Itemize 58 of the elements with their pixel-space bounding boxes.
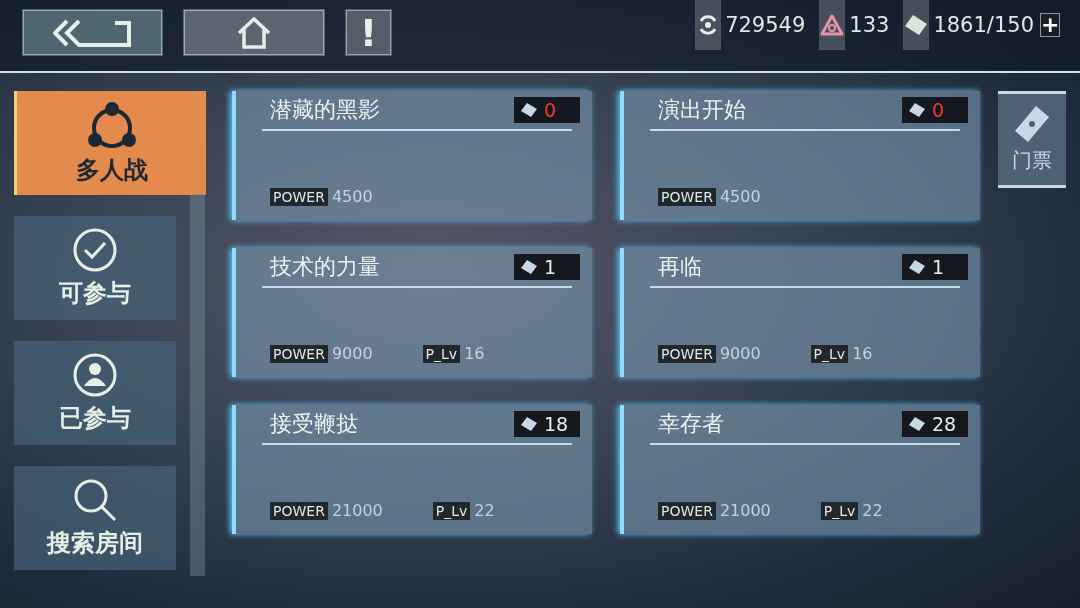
stat-value: 4500 xyxy=(331,187,373,206)
ticket-button[interactable]: 门票 xyxy=(998,91,1066,188)
stat-label: POWER xyxy=(658,187,716,206)
warning-triangle-icon xyxy=(820,14,845,36)
stat-value: 16 xyxy=(464,344,485,363)
room-card[interactable]: 演出开始 0 POWER 4500 xyxy=(620,91,980,220)
stat-value: 9000 xyxy=(331,344,373,363)
alert-button[interactable]: ! xyxy=(345,9,392,56)
stat-label: POWER xyxy=(270,501,328,520)
search-icon xyxy=(72,477,118,523)
stat-value: 21000 xyxy=(719,501,771,520)
sidebar-tab[interactable]: 搜索房间 xyxy=(14,466,176,570)
ticket-cost-badge: 0 xyxy=(514,97,580,123)
resource-count: 133 xyxy=(849,13,890,37)
stat-label: POWER xyxy=(270,187,328,206)
ticket-cost-badge: 1 xyxy=(514,254,580,280)
ticket-cost-badge: 18 xyxy=(514,411,580,437)
ticket-cost-badge: 28 xyxy=(902,411,968,437)
add-button[interactable]: + xyxy=(1040,13,1060,37)
home-icon xyxy=(237,16,271,49)
room-card[interactable]: 潜藏的黑影 0 POWER 4500 xyxy=(232,91,592,220)
room-title: 接受鞭挞 xyxy=(269,410,358,438)
user-icon xyxy=(72,352,118,398)
sidebar-tab[interactable]: 已参与 xyxy=(14,341,176,445)
sidebar-tab[interactable]: 多人战 xyxy=(14,91,206,195)
room-title: 再临 xyxy=(657,253,702,281)
room-card[interactable]: 技术的力量 1 POWER 9000 P_Lv 16 xyxy=(232,248,592,377)
back-button[interactable] xyxy=(22,9,163,56)
room-title: 技术的力量 xyxy=(269,253,380,281)
ticket-cost-badge: 0 xyxy=(902,97,968,123)
scrollbar[interactable] xyxy=(190,194,205,576)
ticket-cost-badge: 1 xyxy=(902,254,968,280)
group-icon xyxy=(85,100,138,150)
stat-value: 16 xyxy=(852,344,873,363)
stat-value: 9000 xyxy=(719,344,761,363)
checkmark-icon xyxy=(72,227,118,273)
stat-label: P_Lv xyxy=(422,344,461,363)
stat-label: POWER xyxy=(658,501,716,520)
stat-label: P_Lv xyxy=(820,501,859,520)
stat-value: 22 xyxy=(862,501,883,520)
stat-value: 22 xyxy=(474,501,495,520)
room-title: 演出开始 xyxy=(657,96,746,124)
room-card[interactable]: 接受鞭挞 18 POWER 21000 P_Lv 22 xyxy=(232,405,592,534)
stat-label: P_Lv xyxy=(810,344,849,363)
sidebar-tab[interactable]: 可参与 xyxy=(14,216,176,320)
room-card[interactable]: 再临 1 POWER 9000 P_Lv 16 xyxy=(620,248,980,377)
resource-count: 1861/150 xyxy=(933,13,1034,37)
room-card[interactable]: 幸存者 28 POWER 21000 P_Lv 22 xyxy=(620,405,980,534)
home-button[interactable] xyxy=(183,9,325,56)
stat-label: P_Lv xyxy=(432,501,471,520)
room-title: 幸存者 xyxy=(657,410,724,438)
stat-label: POWER xyxy=(658,344,716,363)
stat-label: POWER xyxy=(270,344,328,363)
resource-count: 729549 xyxy=(725,13,806,37)
room-title: 潜藏的黑影 xyxy=(269,96,380,124)
stat-value: 21000 xyxy=(331,501,383,520)
stat-value: 4500 xyxy=(719,187,761,206)
back-icon xyxy=(52,18,133,47)
